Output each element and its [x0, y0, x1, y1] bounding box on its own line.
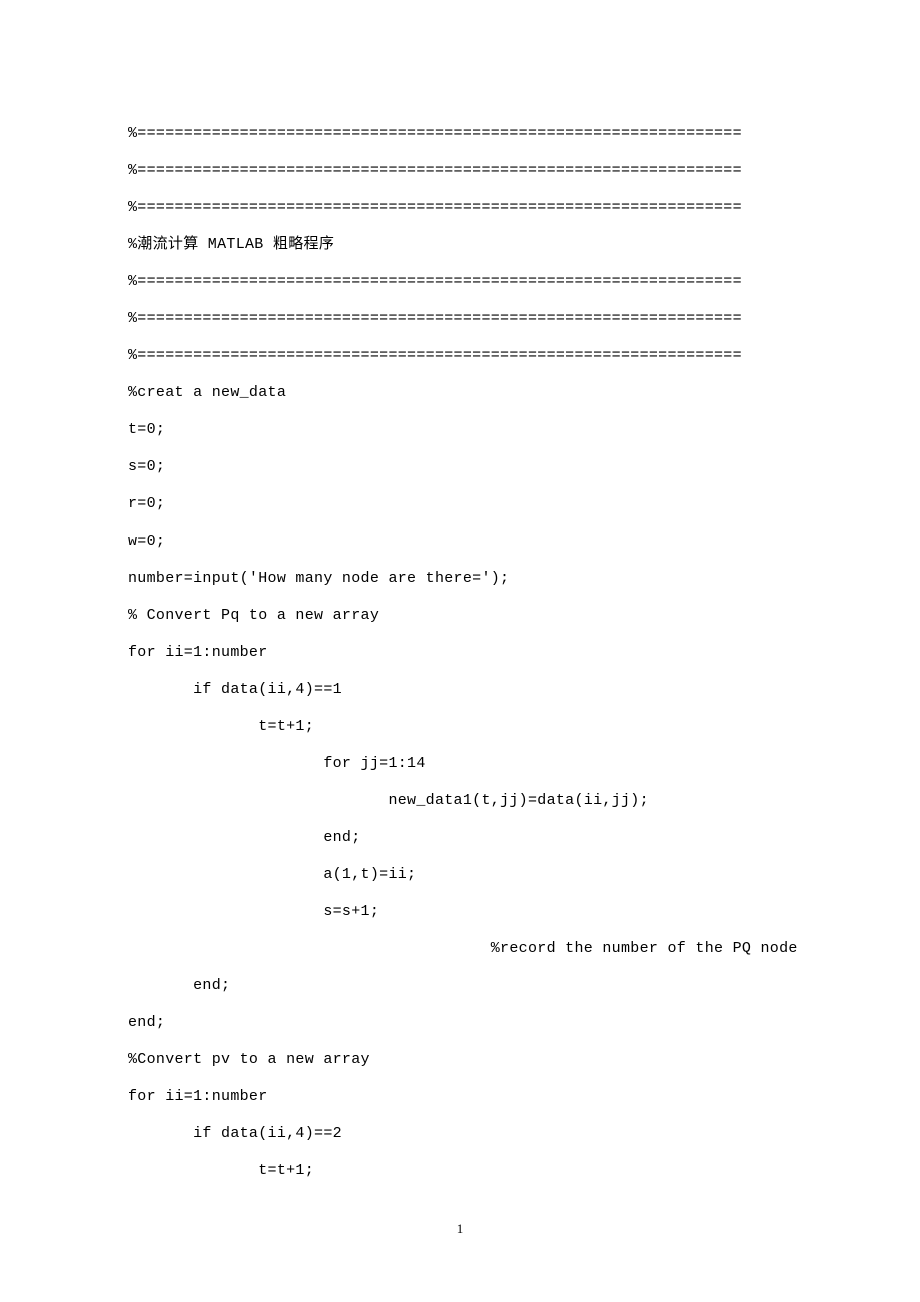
code-line: end; [128, 819, 792, 856]
code-line: t=t+1; [128, 708, 792, 745]
code-line: %record the number of the PQ node [128, 930, 792, 967]
page-content: %=======================================… [0, 0, 920, 1189]
code-line: s=s+1; [128, 893, 792, 930]
code-line: for ii=1:number [128, 634, 792, 671]
code-line: t=0; [128, 411, 792, 448]
code-line: a(1,t)=ii; [128, 856, 792, 893]
code-line: % Convert Pq to a new array [128, 597, 792, 634]
code-line: w=0; [128, 523, 792, 560]
code-line: end; [128, 967, 792, 1004]
page-number: 1 [457, 1221, 464, 1237]
code-line: number=input('How many node are there=')… [128, 560, 792, 597]
code-line: %潮流计算 MATLAB 粗略程序 [128, 226, 792, 263]
code-line: %=======================================… [128, 300, 792, 337]
code-line: new_data1(t,jj)=data(ii,jj); [128, 782, 792, 819]
code-line: %=======================================… [128, 337, 792, 374]
code-line: t=t+1; [128, 1152, 792, 1189]
code-line: end; [128, 1004, 792, 1041]
code-line: r=0; [128, 485, 792, 522]
code-line: if data(ii,4)==2 [128, 1115, 792, 1152]
code-line: %creat a new_data [128, 374, 792, 411]
code-line: %=======================================… [128, 152, 792, 189]
code-line: for jj=1:14 [128, 745, 792, 782]
code-line: for ii=1:number [128, 1078, 792, 1115]
code-line: %=======================================… [128, 115, 792, 152]
code-line: s=0; [128, 448, 792, 485]
code-line: if data(ii,4)==1 [128, 671, 792, 708]
code-line: %Convert pv to a new array [128, 1041, 792, 1078]
code-line: %=======================================… [128, 263, 792, 300]
code-line: %=======================================… [128, 189, 792, 226]
